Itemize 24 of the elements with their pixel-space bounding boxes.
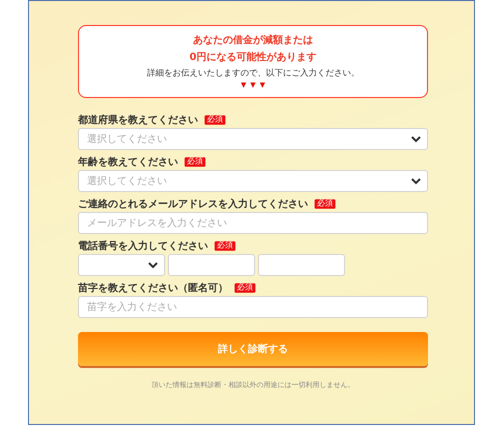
select-field[interactable]: 選択してください <box>78 170 428 192</box>
field-label: 都道府県を教えてください <box>78 113 198 126</box>
headline: 0円になる可能性があります <box>190 50 316 65</box>
field-label: 年齢を教えてください <box>78 156 178 168</box>
required-badge: 必須 <box>314 198 336 208</box>
submit-button[interactable]: 詳しく診断する <box>78 332 428 366</box>
select-field[interactable] <box>78 254 165 276</box>
input-field[interactable] <box>168 254 255 276</box>
field-label: 苗字を教えてください（匿名可） <box>78 281 228 294</box>
chevron-down-icon <box>411 136 421 142</box>
required-badge: 必須 <box>234 282 256 292</box>
chevron-down-icon <box>411 178 421 184</box>
chevron-down-icon <box>148 262 158 268</box>
required-badge: 必須 <box>214 240 236 250</box>
input-field[interactable]: 苗字を入力ください <box>78 296 428 318</box>
required-badge: 必須 <box>184 156 206 166</box>
notice-text: 詳細をお伝えいたしますので、以下にご入力ください。 <box>146 68 360 80</box>
field-label: 電話番号を入力してください <box>78 240 208 252</box>
select-field[interactable]: 選択してください <box>78 128 428 150</box>
required-badge: 必須 <box>204 114 226 124</box>
input-field[interactable] <box>258 254 345 276</box>
field-label: ご連絡のとれるメールアドレスを入力してください <box>78 198 308 210</box>
headline: あなたの借金が減額または <box>193 34 313 48</box>
input-field[interactable]: メールアドレスを入力ください <box>78 212 428 234</box>
